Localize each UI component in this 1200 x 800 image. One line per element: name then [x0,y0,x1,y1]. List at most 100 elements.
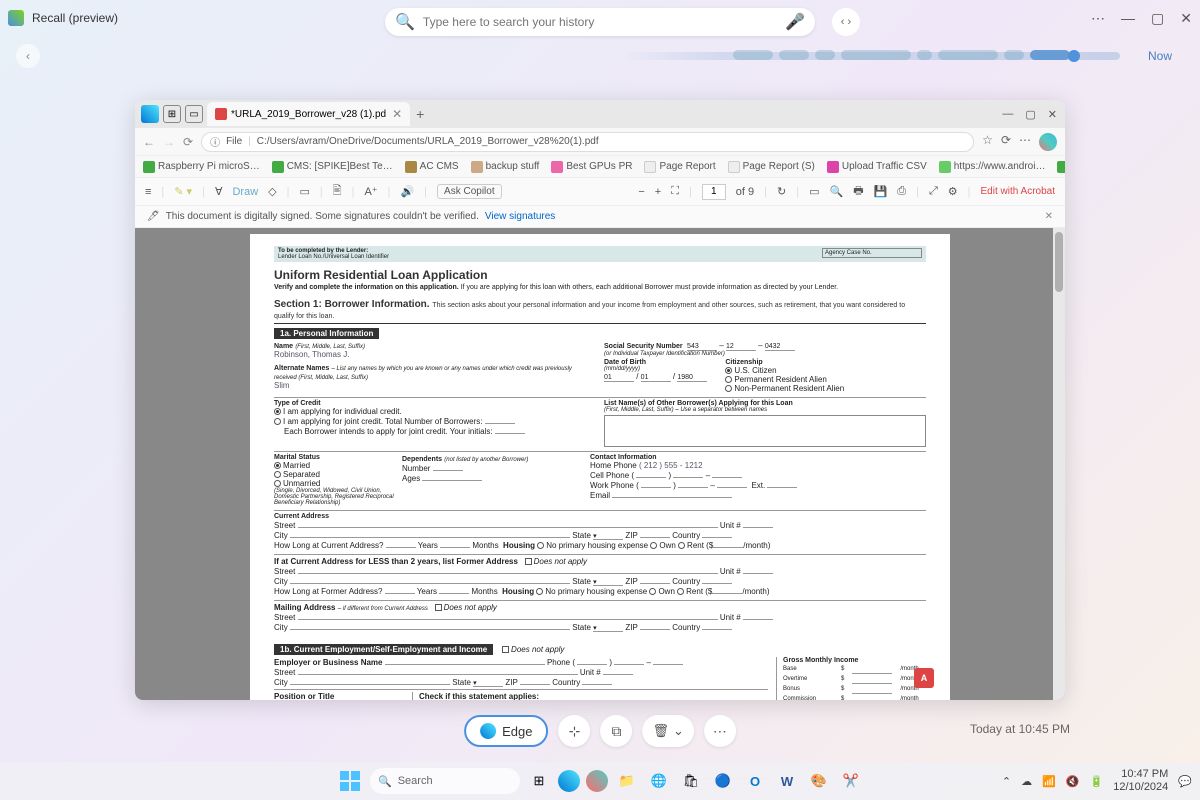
history-search[interactable]: 🔍 🎤 [385,8,815,36]
menu-icon[interactable]: ⋯ [1019,133,1031,151]
view-signatures-link[interactable]: View signatures [485,211,555,222]
scrollbar[interactable] [1053,228,1065,700]
find-icon[interactable]: 🔍 [830,185,844,198]
print-icon[interactable]: 🖶 [853,182,863,201]
font-size-icon[interactable]: A⁺ [364,185,377,198]
bookmarks-bar: Raspberry Pi microS… CMS: [SPIKE]Best Te… [135,156,1065,178]
text-icon[interactable]: 🖹 [333,182,342,201]
pen-icon[interactable]: ✎ ▾ [174,185,192,198]
start-button[interactable] [336,767,364,795]
form-title: Uniform Residential Loan Application [274,268,926,282]
maximize-icon[interactable]: ▢ [1151,10,1164,27]
timeline[interactable] [56,52,1120,60]
read-aloud-icon[interactable]: 🔊 [400,185,414,198]
now-button[interactable]: Now [1136,45,1184,67]
refresh-icon[interactable]: ⟳ [183,135,193,149]
new-tab-button[interactable]: + [416,106,424,122]
mic-icon[interactable]: 🎤 [785,12,805,32]
page-view-icon[interactable]: ▭ [809,185,819,198]
explorer-icon[interactable]: 📁 [614,768,640,794]
store-icon[interactable]: 🛍 [678,768,704,794]
page-info-icon[interactable]: ⓘ [210,134,220,149]
snip-icon[interactable]: ✂️ [838,768,864,794]
copilot-taskbar-icon[interactable] [586,770,608,792]
bookmark[interactable]: backup stuff [471,161,540,173]
zoom-in-icon[interactable]: + [655,186,661,198]
sig-close-icon[interactable]: ✕ [1045,211,1053,222]
nav-back-icon[interactable]: ← [143,135,155,149]
highlight-icon[interactable]: ▭ [299,185,309,198]
bookmark[interactable]: Page Report (S) [728,161,815,173]
pdf-page[interactable]: To be completed by the Lender:Lender Loa… [250,234,950,700]
edit-acrobat-button[interactable]: Edit with Acrobat [981,186,1055,197]
open-edge-button[interactable]: Edge [464,715,548,747]
notifications-icon[interactable]: 💬 [1178,775,1192,788]
draw-button[interactable]: Draw [232,186,258,198]
crop-button[interactable]: ⊹ [558,715,590,747]
save-icon[interactable]: 💾 [874,185,888,198]
search-input[interactable] [423,15,777,29]
copilot-icon[interactable] [1039,133,1057,151]
search-icon: 🔍 [395,12,415,32]
app-icon [8,10,24,26]
workspaces-icon[interactable]: ⊞ [163,105,181,123]
close-icon[interactable]: ✕ [1180,10,1192,27]
favorite-icon[interactable]: ☆ [982,133,993,151]
bookmark[interactable]: CMS: [SPIKE]Best Te… [272,161,393,173]
adobe-icon: A [914,668,934,688]
battery-icon[interactable]: 🔋 [1090,775,1104,788]
pdf-icon [215,108,227,120]
save-as-icon[interactable]: ⎙ [897,185,906,198]
clock[interactable]: 10:47 PM 12/10/2024 [1113,768,1168,794]
page-input[interactable] [702,184,726,200]
contents-icon[interactable]: ≡ [145,186,151,198]
sync-icon[interactable]: ⟳ [1001,133,1011,151]
word-icon[interactable]: W [774,768,800,794]
ask-copilot-button[interactable]: Ask Copilot [437,184,502,199]
settings-icon[interactable]: ⚙ [948,185,958,198]
tray-overflow-icon[interactable]: ⌃ [1002,775,1011,788]
more-button[interactable]: ⋯ [704,715,736,747]
fullscreen-icon[interactable]: ⤢ [929,185,938,198]
eraser-icon[interactable]: ◇ [268,185,276,198]
bookmark[interactable]: Upload Traffic CSV [827,161,927,173]
delete-button[interactable]: 🗑⌄ [642,715,693,747]
fit-icon[interactable]: ⛶ [671,185,679,198]
back-button[interactable]: ‹ [16,44,40,68]
signature-bar: 🖊 This document is digitally signed. Som… [135,206,1065,228]
edge-taskbar-icon[interactable] [558,770,580,792]
code-button[interactable]: ‹ › [832,8,860,36]
bookmark[interactable]: AC CMS [405,161,459,173]
volume-icon[interactable]: 🔇 [1066,775,1080,788]
bookmark[interactable]: Cloned AOP articles [1057,161,1065,173]
menu-icon[interactable]: ⋯ [1091,10,1105,27]
browser-minimize-icon[interactable]: — [1002,108,1013,121]
task-view-icon[interactable]: ⊞ [526,768,552,794]
edge-icon[interactable] [141,105,159,123]
rotate-icon[interactable]: ↻ [777,185,786,198]
wifi-icon[interactable]: 📶 [1042,775,1056,788]
taskbar-search[interactable]: 🔍Search [370,768,520,794]
paint-icon[interactable]: 🎨 [806,768,832,794]
bookmark[interactable]: Page Report [644,161,715,173]
signature-icon: 🖊 [147,211,160,222]
bookmark[interactable]: Raspberry Pi microS… [143,161,260,173]
browser-window: ⊞ ▭ *URLA_2019_Borrower_v28 (1).pd ✕ + —… [135,100,1065,700]
tab-close-icon[interactable]: ✕ [392,107,402,121]
address-bar[interactable]: ⓘ File | C:/Users/avram/OneDrive/Documen… [201,132,974,152]
browser-maximize-icon[interactable]: ▢ [1025,108,1035,121]
edge-legacy-icon[interactable]: 🌐 [646,768,672,794]
browser-close-icon[interactable]: ✕ [1048,108,1057,121]
tab-actions-icon[interactable]: ▭ [185,105,203,123]
app-title: Recall (preview) [32,11,118,25]
minimize-icon[interactable]: — [1121,10,1135,26]
bookmark[interactable]: Best GPUs PR [551,161,632,173]
browser-tab[interactable]: *URLA_2019_Borrower_v28 (1).pd ✕ [207,102,410,126]
copy-button[interactable]: ⧉ [600,715,632,747]
onedrive-icon[interactable]: ☁ [1021,775,1032,788]
outlook-icon[interactable]: O [742,768,768,794]
text-select-icon[interactable]: ∀ [215,185,223,198]
chrome-icon[interactable]: 🔵 [710,768,736,794]
zoom-out-icon[interactable]: − [638,186,644,198]
bookmark[interactable]: https://www.androi… [939,161,1046,173]
